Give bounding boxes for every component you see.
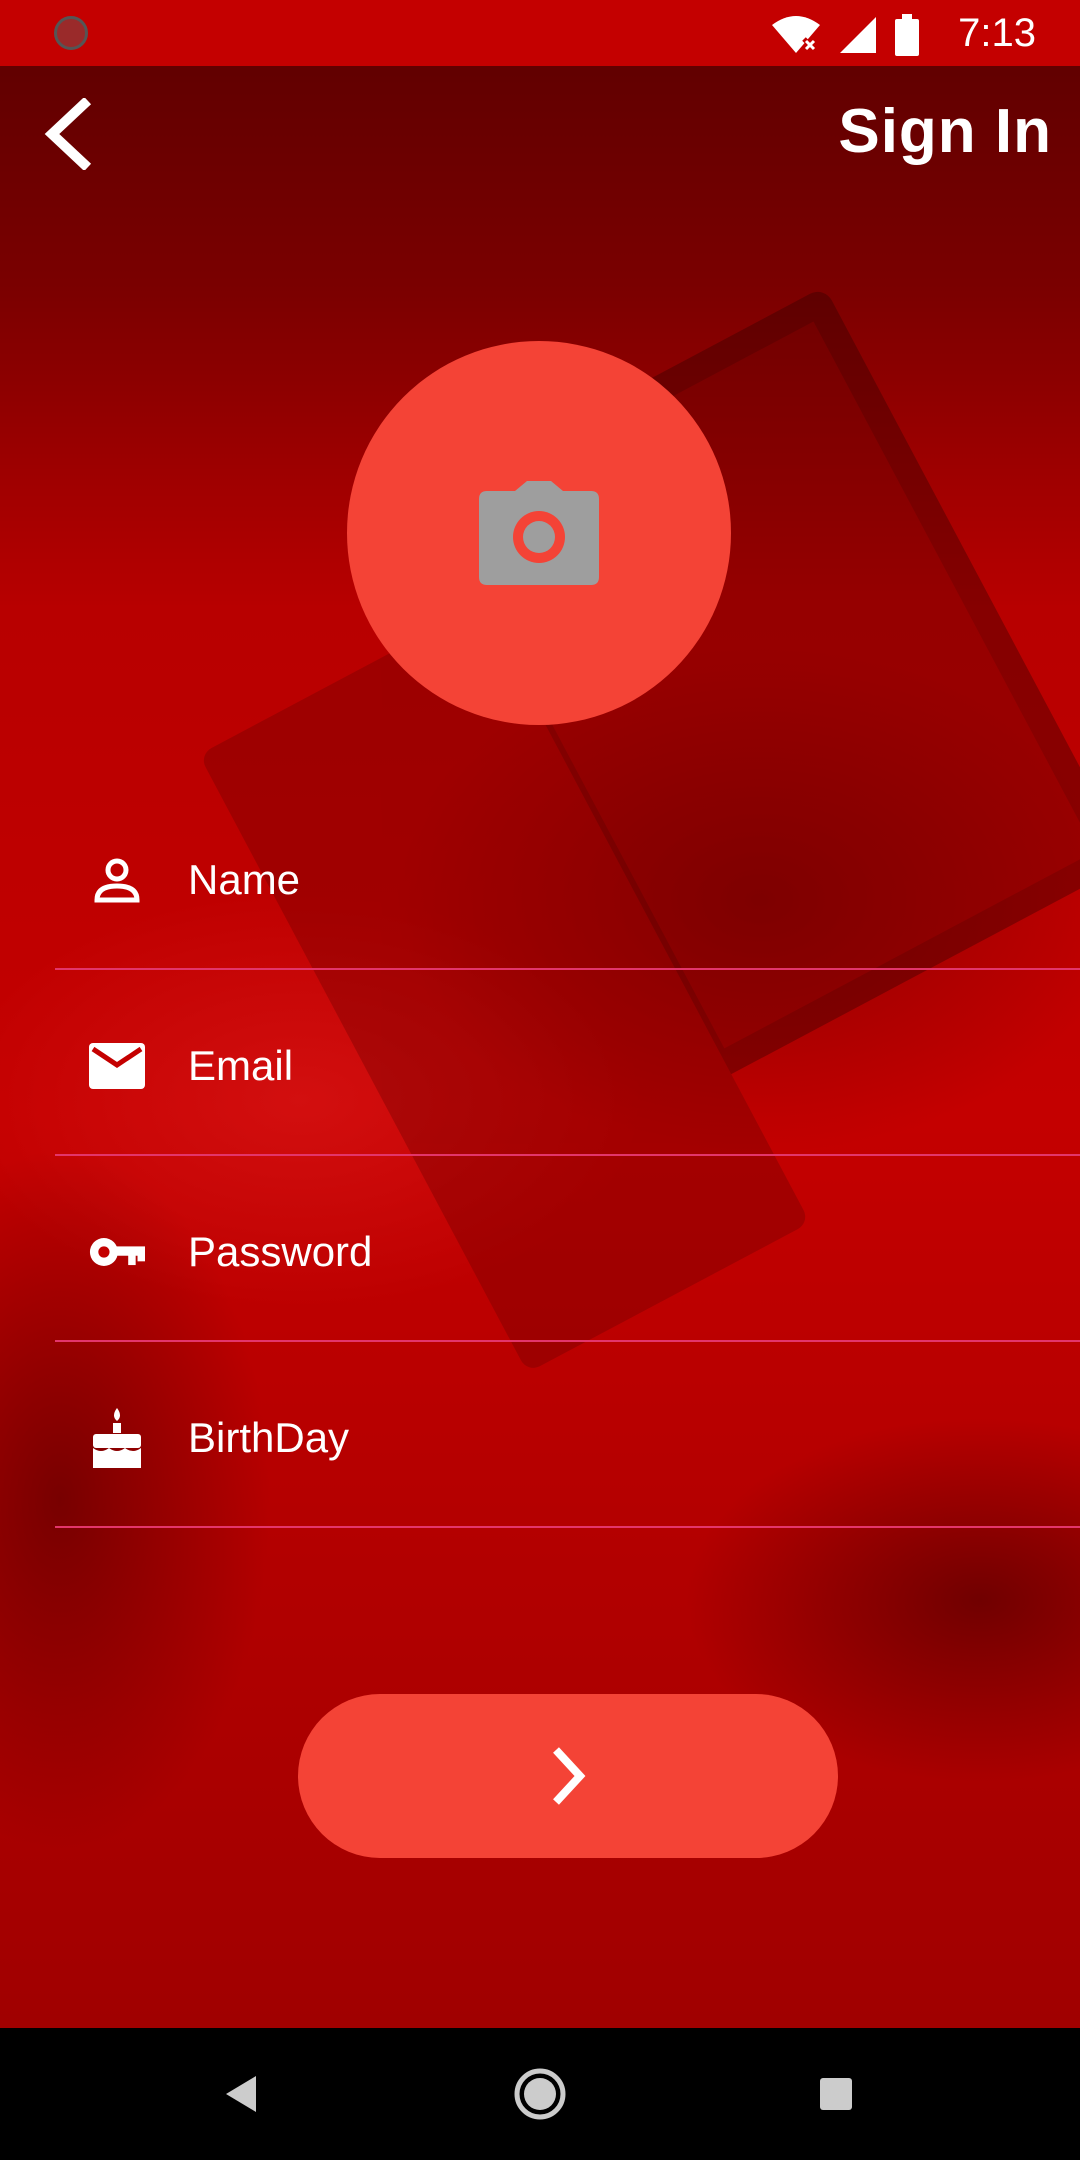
mail-icon [89, 1038, 145, 1094]
status-time: 7:13 [958, 11, 1036, 55]
status-bar: 7:13 [0, 0, 1080, 66]
nav-recents-button[interactable] [806, 2064, 866, 2124]
chevron-left-icon [44, 96, 92, 172]
battery-icon [894, 14, 920, 56]
name-field-label: Name [188, 856, 301, 903]
notification-icon [54, 16, 88, 50]
home-circle-icon [514, 2068, 566, 2120]
camera-icon [479, 481, 599, 585]
recents-square-icon [820, 2078, 852, 2110]
key-icon [89, 1224, 145, 1280]
back-button[interactable] [40, 96, 100, 172]
profile-photo-button[interactable] [347, 341, 731, 725]
name-field[interactable]: Name [55, 784, 1080, 970]
wifi-off-icon [770, 15, 822, 55]
cake-icon [89, 1408, 145, 1468]
nav-home-button[interactable] [510, 2064, 570, 2124]
email-field[interactable]: Email [55, 970, 1080, 1156]
birthday-field[interactable]: BirthDay [55, 1342, 1080, 1528]
next-button[interactable] [298, 1694, 838, 1858]
birthday-field-label: BirthDay [188, 1414, 350, 1461]
navigation-bar [0, 2028, 1080, 2160]
password-field[interactable]: Password [55, 1156, 1080, 1342]
back-triangle-icon [226, 2076, 256, 2112]
chevron-right-icon [553, 1747, 586, 1805]
status-icons [770, 14, 920, 56]
signal-icon [838, 15, 878, 55]
nav-back-button[interactable] [212, 2064, 272, 2124]
person-icon [89, 852, 145, 908]
page-title: Sign In [838, 97, 1052, 166]
password-field-label: Password [188, 1228, 373, 1275]
email-field-label: Email [188, 1042, 294, 1089]
